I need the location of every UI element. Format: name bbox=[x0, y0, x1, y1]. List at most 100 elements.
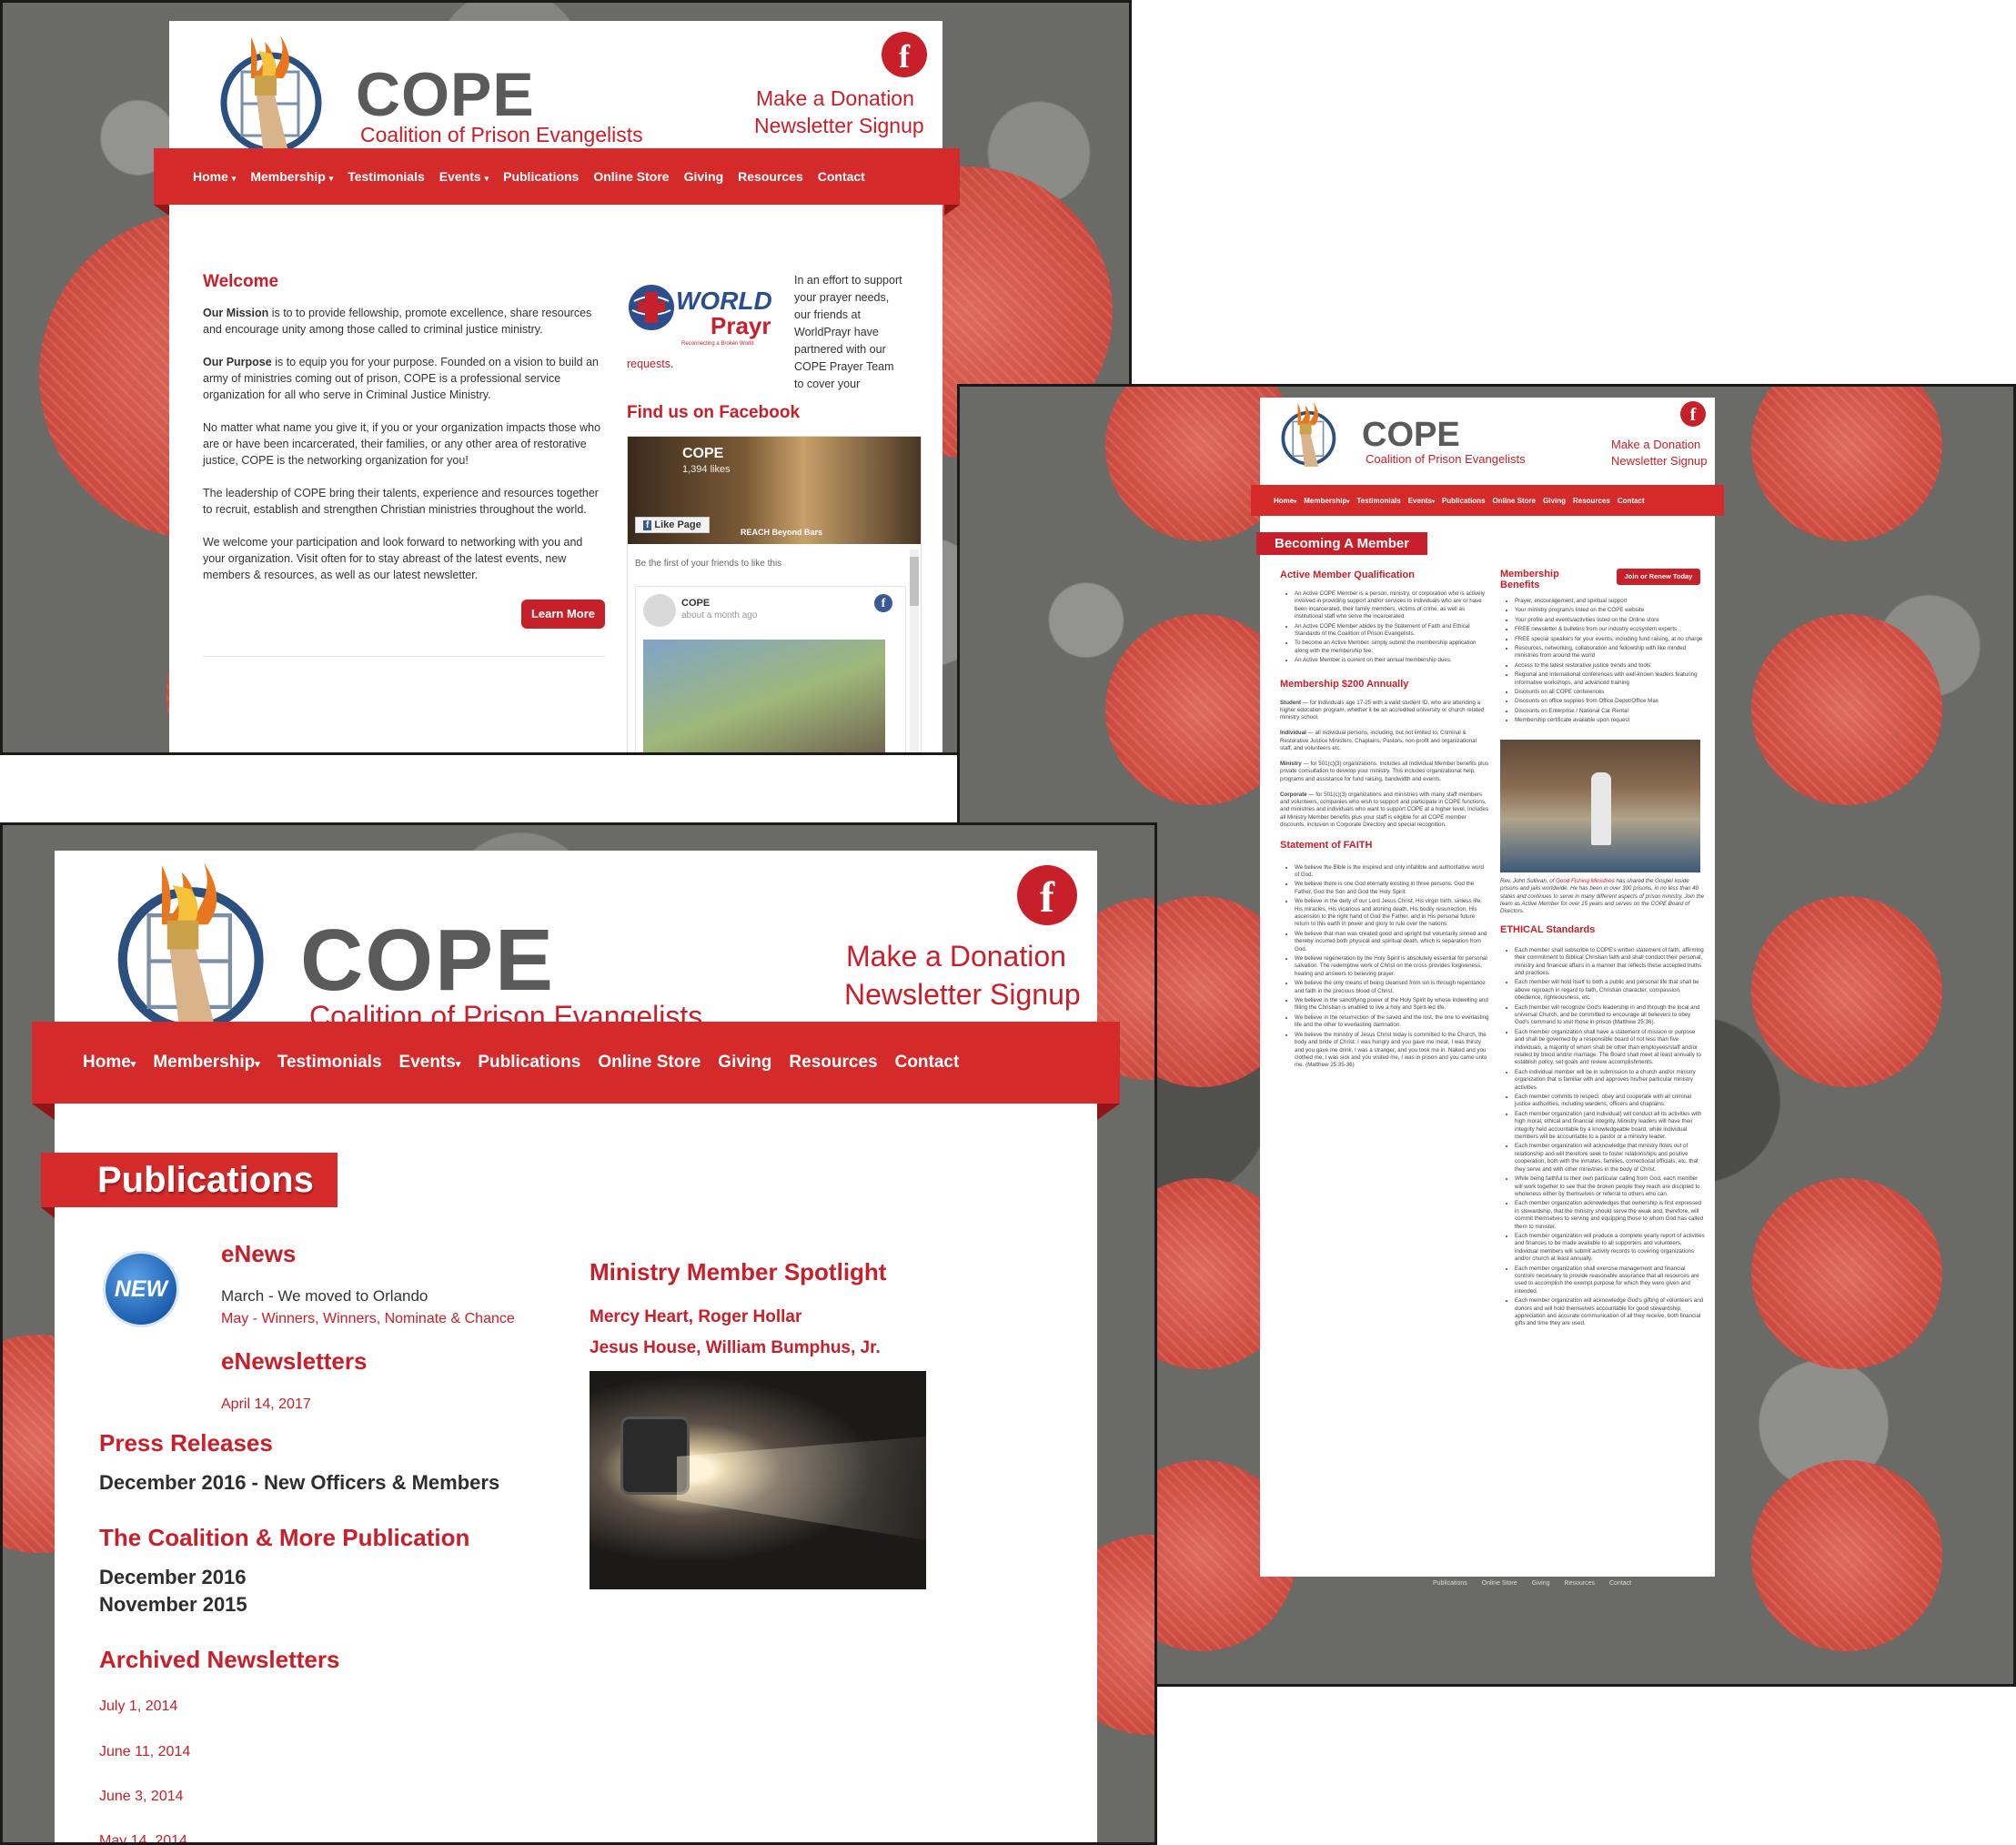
list-item: We believe in the deity of our Lord Jesu… bbox=[1295, 898, 1489, 929]
archived-item[interactable]: July 1, 2014 bbox=[99, 1699, 177, 1715]
new-badge-label: NEW bbox=[114, 1276, 168, 1302]
facebook-icon: f bbox=[874, 594, 892, 612]
nav-publications[interactable]: Publications bbox=[503, 169, 579, 184]
nav-ribbon-fold bbox=[32, 1104, 55, 1120]
benefits-heading: Membership Benefits bbox=[1500, 569, 1559, 590]
nav-store[interactable]: Online Store bbox=[598, 1053, 701, 1073]
donate-link[interactable]: Make a Donation bbox=[756, 86, 914, 111]
newsletter-link[interactable]: Newsletter Signup bbox=[1611, 454, 1708, 468]
list-item: Each member commits to respect, obey and… bbox=[1515, 1094, 1706, 1109]
bg-circle bbox=[1751, 614, 1942, 805]
nav-resources[interactable]: Resources bbox=[789, 1053, 877, 1073]
list-item: We believe the only means of being clean… bbox=[1295, 980, 1489, 995]
nav-giving[interactable]: Giving bbox=[718, 1053, 771, 1073]
nav-giving[interactable]: Giving bbox=[684, 169, 724, 184]
join-renew-button[interactable]: Join or Renew Today bbox=[1617, 569, 1700, 585]
nav-home[interactable]: Home▾ bbox=[83, 1053, 136, 1073]
nav-publications[interactable]: Publications bbox=[1442, 497, 1486, 505]
list-item: An Active Member is current on their ann… bbox=[1295, 657, 1489, 664]
list-item: An Active COPE Member abides by the Stat… bbox=[1295, 623, 1489, 639]
list-item: We believe the ministry of Jesus Christ … bbox=[1295, 1032, 1489, 1070]
nav-resources[interactable]: Resources bbox=[738, 169, 803, 184]
ethical-heading: ETHICAL Standards bbox=[1500, 923, 1596, 935]
coalition-item-2[interactable]: November 2015 bbox=[99, 1593, 247, 1617]
enewsletters-heading: eNewsletters bbox=[221, 1347, 368, 1375]
archived-item[interactable]: May 14, 2014 bbox=[99, 1833, 187, 1842]
list-item: Regional and International conferences w… bbox=[1515, 671, 1706, 687]
faith-list: We believe the Bible is the inspired and… bbox=[1280, 864, 1489, 1070]
nav-contact[interactable]: Contact bbox=[818, 169, 865, 184]
fb-scroll-thumb[interactable] bbox=[910, 557, 919, 606]
enewsletters-date[interactable]: April 14, 2017 bbox=[221, 1396, 311, 1413]
footer-publications[interactable]: Publications bbox=[1433, 1580, 1467, 1587]
main-nav: Home ▾ Membership ▾ Testimonials Events … bbox=[154, 148, 960, 205]
facebook-widget: COPE 1,394 likes f Like Page REACH Beyon… bbox=[627, 436, 922, 752]
donate-link[interactable]: Make a Donation bbox=[846, 940, 1066, 973]
list-item: We believe in the resurrection of the sa… bbox=[1295, 1014, 1489, 1030]
facebook-icon[interactable]: f bbox=[882, 32, 927, 77]
nav-store[interactable]: Online Store bbox=[1493, 497, 1537, 505]
nav-resources[interactable]: Resources bbox=[1573, 497, 1610, 505]
fb-page-name[interactable]: COPE bbox=[682, 446, 723, 462]
newsletter-link[interactable]: Newsletter Signup bbox=[844, 978, 1081, 1012]
coalition-item-1[interactable]: December 2016 bbox=[99, 1566, 246, 1589]
list-item: We believe that man was created good and… bbox=[1295, 931, 1489, 953]
spotlight-item-2[interactable]: Jesus House, William Bumphus, Jr. bbox=[590, 1338, 881, 1358]
nav-testimonials[interactable]: Testimonials bbox=[1356, 497, 1400, 505]
facebook-icon[interactable]: f bbox=[1017, 865, 1077, 925]
list-item: We believe in the sanctifying power of t… bbox=[1295, 997, 1489, 1013]
learn-more-button[interactable]: Learn More bbox=[521, 600, 605, 629]
ministry-link[interactable]: Good Fishing Ministries bbox=[1556, 878, 1615, 884]
press-heading: Press Releases bbox=[99, 1429, 273, 1457]
facebook-icon[interactable]: f bbox=[1680, 401, 1706, 427]
footer-store[interactable]: Online Store bbox=[1482, 1580, 1517, 1587]
footer-resources[interactable]: Resources bbox=[1565, 1580, 1595, 1587]
archived-item[interactable]: June 11, 2014 bbox=[99, 1744, 190, 1760]
ethical-list: Each member shall subscribe to COPE's wr… bbox=[1500, 947, 1706, 1328]
nav-home[interactable]: Home ▾ bbox=[193, 169, 236, 184]
footer-links: Publications Online Store Giving Resourc… bbox=[1433, 1580, 1631, 1587]
newsletter-link[interactable]: Newsletter Signup bbox=[754, 114, 924, 138]
list-item: Each member organization acknowledges th… bbox=[1515, 1200, 1706, 1231]
qualification-heading: Active Member Qualification bbox=[1280, 570, 1415, 580]
new-badge-icon: NEW bbox=[103, 1251, 179, 1327]
footer-giving[interactable]: Giving bbox=[1532, 1580, 1550, 1587]
list-item: Prayer, encouragement, and spiritual sup… bbox=[1515, 598, 1706, 605]
fb-scrollbar[interactable] bbox=[910, 549, 919, 752]
list-item: We believe the Bible is the inspired and… bbox=[1295, 864, 1489, 880]
spotlight-item-1[interactable]: Mercy Heart, Roger Hollar bbox=[590, 1307, 801, 1327]
bg-circle bbox=[1751, 1178, 1942, 1369]
nav-contact[interactable]: Contact bbox=[1618, 497, 1645, 505]
nav-events[interactable]: Events▾ bbox=[1408, 497, 1435, 505]
donate-link[interactable]: Make a Donation bbox=[1611, 438, 1700, 451]
nav-contact[interactable]: Contact bbox=[895, 1053, 960, 1073]
nav-store[interactable]: Online Store bbox=[593, 169, 669, 184]
prayer-text: In an effort to support your prayer need… bbox=[794, 274, 902, 390]
nav-membership[interactable]: Membership▾ bbox=[153, 1053, 259, 1073]
nav-testimonials[interactable]: Testimonials bbox=[277, 1053, 382, 1073]
list-item: Each member will recognize God's leaders… bbox=[1515, 1004, 1706, 1027]
requests-link[interactable]: requests bbox=[627, 358, 670, 370]
nav-events[interactable]: Events▾ bbox=[399, 1053, 461, 1073]
nav-events[interactable]: Events ▾ bbox=[439, 169, 489, 184]
fb-likes: 1,394 likes bbox=[682, 464, 731, 475]
footer-contact[interactable]: Contact bbox=[1609, 1580, 1631, 1587]
torch-logo-icon bbox=[1281, 401, 1336, 467]
nav-testimonials[interactable]: Testimonials bbox=[348, 169, 425, 184]
nav-giving[interactable]: Giving bbox=[1543, 497, 1566, 505]
archived-item[interactable]: June 3, 2014 bbox=[99, 1789, 184, 1805]
press-item[interactable]: December 2016 - New Officers & Members bbox=[99, 1471, 499, 1495]
fb-like-button[interactable]: f Like Page bbox=[635, 517, 710, 533]
fb-post-name[interactable]: COPE bbox=[681, 598, 710, 609]
list-item: Each member will hold itself to both a p… bbox=[1515, 979, 1706, 1002]
welcome-text: Our Mission is to to provide fellowship,… bbox=[203, 307, 601, 581]
list-item: FREE special speakers for your events, i… bbox=[1515, 636, 1706, 643]
enews-item-2[interactable]: May - Winners, Winners, Nominate & Chanc… bbox=[221, 1311, 515, 1327]
nav-membership[interactable]: Membership ▾ bbox=[250, 169, 333, 184]
page-body: COPE Coalition of Prison Evangelists f M… bbox=[1251, 398, 1724, 1577]
nav-home[interactable]: Home▾ bbox=[1274, 497, 1296, 505]
list-item: Your ministry program/s listed on the CO… bbox=[1515, 607, 1706, 614]
list-item: Resources, networking, collaboration and… bbox=[1515, 645, 1706, 660]
nav-publications[interactable]: Publications bbox=[478, 1053, 580, 1073]
nav-membership[interactable]: Membership▾ bbox=[1304, 497, 1349, 505]
